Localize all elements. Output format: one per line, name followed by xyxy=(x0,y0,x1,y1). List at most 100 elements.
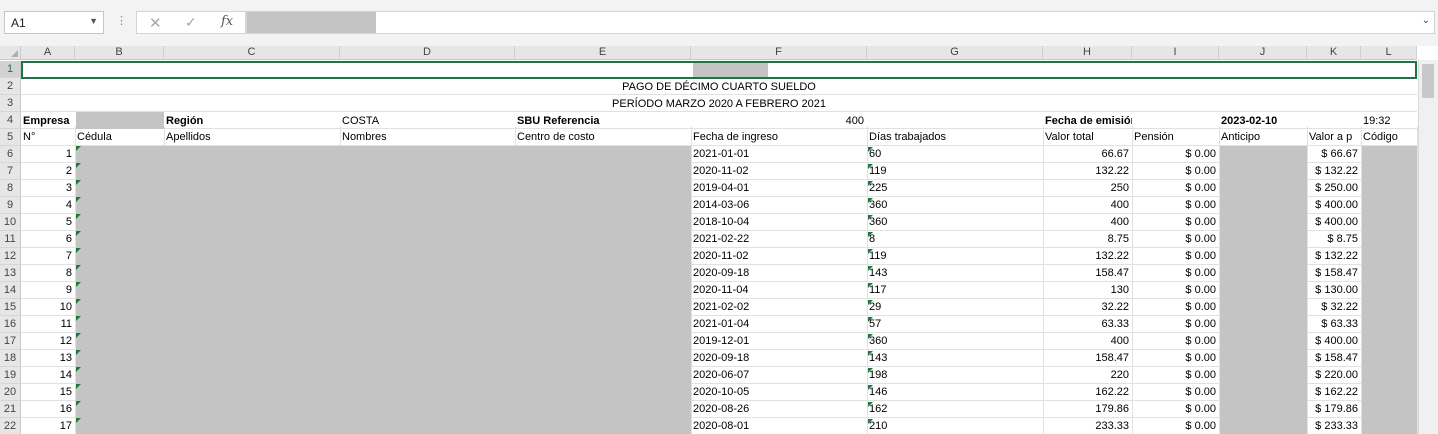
valor-a-pagar[interactable]: $ 132.22 xyxy=(1307,163,1361,180)
row-number[interactable]: 12 xyxy=(21,333,75,350)
valor-a-pagar[interactable]: $ 220.00 xyxy=(1307,367,1361,384)
dias-trabajados[interactable]: 143 xyxy=(867,350,1043,367)
valor-total[interactable]: 220 xyxy=(1043,367,1132,384)
sheet-title[interactable]: PAGO DE DÉCIMO CUARTO SUELDO xyxy=(21,79,1417,96)
valor-total[interactable]: 66.67 xyxy=(1043,146,1132,163)
row-header-5[interactable]: 5 xyxy=(0,129,21,146)
valor-total[interactable]: 179.86 xyxy=(1043,401,1132,418)
fx-icon[interactable]: fx xyxy=(221,14,233,29)
fecha-ingreso[interactable]: 2020-10-05 xyxy=(691,384,867,401)
pension[interactable]: $ 0.00 xyxy=(1132,214,1219,231)
valor-total[interactable]: 400 xyxy=(1043,197,1132,214)
row-number[interactable]: 11 xyxy=(21,316,75,333)
dias-trabajados[interactable]: 29 xyxy=(867,299,1043,316)
valor-total[interactable]: 158.47 xyxy=(1043,265,1132,282)
valor-a-pagar[interactable]: $ 400.00 xyxy=(1307,214,1361,231)
row-number[interactable]: 1 xyxy=(21,146,75,163)
row-header-22[interactable]: 22 xyxy=(0,418,21,434)
header-cell-e[interactable]: Centro de costo xyxy=(515,129,691,146)
fecha-ingreso[interactable]: 2018-10-04 xyxy=(691,214,867,231)
valor-total[interactable]: 32.22 xyxy=(1043,299,1132,316)
region-value[interactable]: COSTA xyxy=(340,113,516,130)
pension[interactable]: $ 0.00 xyxy=(1132,180,1219,197)
row-header-13[interactable]: 13 xyxy=(0,265,21,282)
valor-a-pagar[interactable]: $ 179.86 xyxy=(1307,401,1361,418)
column-header-h[interactable]: H xyxy=(1043,46,1132,60)
row-header-3[interactable]: 3 xyxy=(0,95,21,112)
row-number[interactable]: 9 xyxy=(21,282,75,299)
pension[interactable]: $ 0.00 xyxy=(1132,333,1219,350)
valor-total[interactable]: 132.22 xyxy=(1043,163,1132,180)
header-cell-f[interactable]: Fecha de ingreso xyxy=(691,129,867,146)
header-cell-a[interactable]: N° xyxy=(21,129,75,146)
select-all-corner[interactable] xyxy=(0,46,21,60)
header-cell-b[interactable]: Cédula xyxy=(75,129,164,146)
column-header-e[interactable]: E xyxy=(515,46,691,60)
row-header-19[interactable]: 19 xyxy=(0,367,21,384)
valor-a-pagar[interactable]: $ 158.47 xyxy=(1307,265,1361,282)
pension[interactable]: $ 0.00 xyxy=(1132,163,1219,180)
row-header-12[interactable]: 12 xyxy=(0,248,21,265)
column-header-l[interactable]: L xyxy=(1361,46,1417,60)
valor-total[interactable]: 63.33 xyxy=(1043,316,1132,333)
row-number[interactable]: 13 xyxy=(21,350,75,367)
column-header-d[interactable]: D xyxy=(340,46,515,60)
column-header-a[interactable]: A xyxy=(21,46,75,60)
row-number[interactable]: 6 xyxy=(21,231,75,248)
header-cell-c[interactable]: Apellidos xyxy=(164,129,340,146)
pension[interactable]: $ 0.00 xyxy=(1132,384,1219,401)
fecha-ingreso[interactable]: 2020-11-04 xyxy=(691,282,867,299)
header-cell-h[interactable]: Valor total xyxy=(1043,129,1132,146)
row-number[interactable]: 14 xyxy=(21,367,75,384)
column-header-j[interactable]: J xyxy=(1219,46,1307,60)
dias-trabajados[interactable]: 8 xyxy=(867,231,1043,248)
row-header-14[interactable]: 14 xyxy=(0,282,21,299)
row-number[interactable]: 5 xyxy=(21,214,75,231)
column-header-c[interactable]: C xyxy=(164,46,340,60)
valor-a-pagar[interactable]: $ 8.75 xyxy=(1307,231,1361,248)
dias-trabajados[interactable]: 143 xyxy=(867,265,1043,282)
vertical-scrollbar[interactable] xyxy=(1418,60,1438,434)
row-header-1[interactable]: 1 xyxy=(0,61,21,78)
fecha-ingreso[interactable]: 2020-11-02 xyxy=(691,163,867,180)
enter-check-icon[interactable]: ✓ xyxy=(185,14,197,31)
header-cell-d[interactable]: Nombres xyxy=(340,129,515,146)
valor-total[interactable]: 130 xyxy=(1043,282,1132,299)
scrollbar-thumb[interactable] xyxy=(1422,64,1434,98)
sheet-period[interactable]: PERÍODO MARZO 2020 A FEBRERO 2021 xyxy=(21,96,1417,113)
valor-total[interactable]: 250 xyxy=(1043,180,1132,197)
row-header-18[interactable]: 18 xyxy=(0,350,21,367)
fecha-ingreso[interactable]: 2021-01-01 xyxy=(691,146,867,163)
time-value[interactable]: 19:32 xyxy=(1361,113,1417,130)
pension[interactable]: $ 0.00 xyxy=(1132,282,1219,299)
fecha-ingreso[interactable]: 2020-09-18 xyxy=(691,265,867,282)
row-number[interactable]: 3 xyxy=(21,180,75,197)
dias-trabajados[interactable]: 57 xyxy=(867,316,1043,333)
fecha-ingreso[interactable]: 2021-02-02 xyxy=(691,299,867,316)
valor-total[interactable]: 158.47 xyxy=(1043,350,1132,367)
header-cell-g[interactable]: Días trabajados xyxy=(867,129,1043,146)
valor-total[interactable]: 162.22 xyxy=(1043,384,1132,401)
row-number[interactable]: 2 xyxy=(21,163,75,180)
dias-trabajados[interactable]: 119 xyxy=(867,163,1043,180)
dias-trabajados[interactable]: 198 xyxy=(867,367,1043,384)
row-header-21[interactable]: 21 xyxy=(0,401,21,418)
expand-formula-bar-icon[interactable]: ⌄ xyxy=(1422,15,1430,26)
header-cell-j[interactable]: Anticipo xyxy=(1219,129,1307,146)
row-header-9[interactable]: 9 xyxy=(0,197,21,214)
pension[interactable]: $ 0.00 xyxy=(1132,401,1219,418)
dias-trabajados[interactable]: 210 xyxy=(867,418,1043,434)
dias-trabajados[interactable]: 117 xyxy=(867,282,1043,299)
dias-trabajados[interactable]: 360 xyxy=(867,197,1043,214)
column-header-i[interactable]: I xyxy=(1132,46,1219,60)
row-header-4[interactable]: 4 xyxy=(0,112,21,129)
empresa-label[interactable]: Empresa xyxy=(21,113,75,130)
spreadsheet-grid[interactable]: ABCDEFGHIJKL 1 2 3 4 5 6 7 8 9 10 11 12 13 14 15 16 17 18… xyxy=(0,46,1438,434)
fecha-emision-label[interactable]: Fecha de emisión xyxy=(1043,113,1132,130)
fecha-ingreso[interactable]: 2019-04-01 xyxy=(691,180,867,197)
row-header-15[interactable]: 15 xyxy=(0,299,21,316)
row-number[interactable]: 15 xyxy=(21,384,75,401)
row-number[interactable]: 16 xyxy=(21,401,75,418)
fecha-ingreso[interactable]: 2021-01-04 xyxy=(691,316,867,333)
pension[interactable]: $ 0.00 xyxy=(1132,350,1219,367)
